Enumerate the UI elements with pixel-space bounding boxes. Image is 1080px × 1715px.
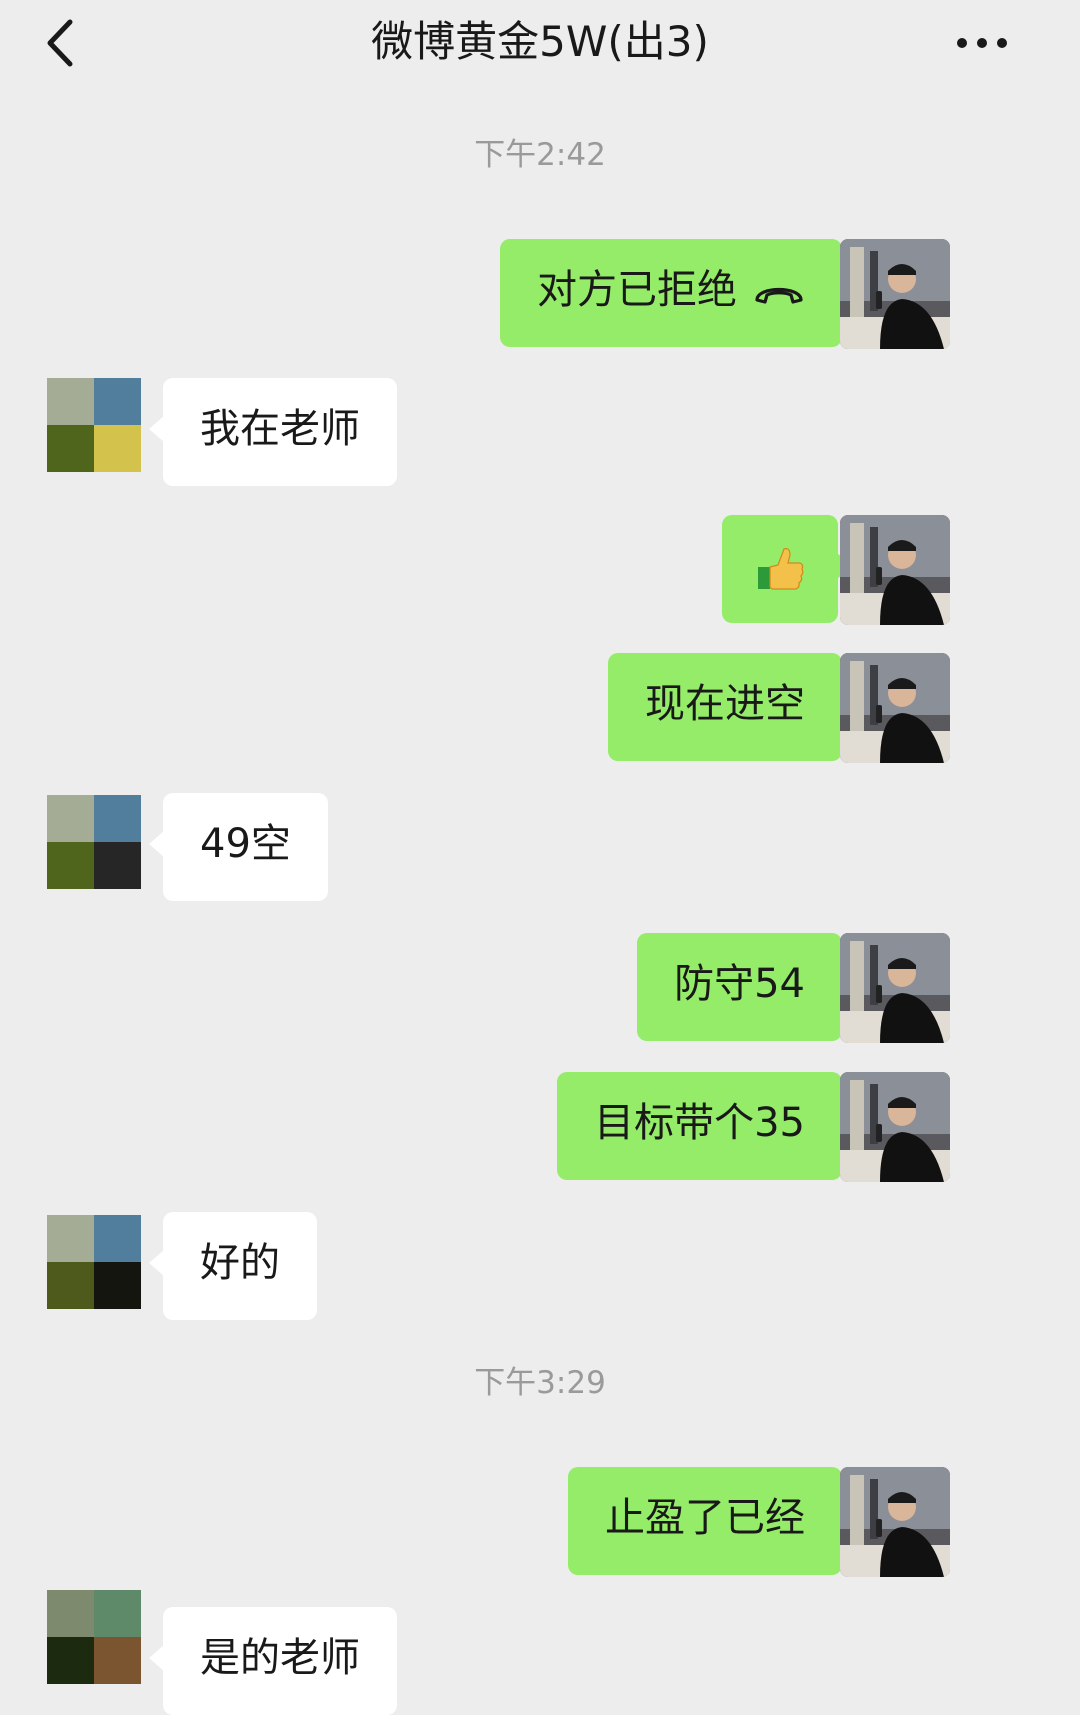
contact-avatar[interactable]	[47, 378, 141, 472]
message-text: 是的老师	[200, 1635, 360, 1681]
user-photo-icon	[840, 239, 950, 349]
user-photo-icon	[840, 1467, 950, 1577]
message-bubble-received[interactable]: 我在老师	[149, 378, 397, 486]
message-bubble-sent[interactable]	[722, 515, 852, 623]
message-bubble-received[interactable]: 是的老师	[149, 1607, 397, 1715]
contact-avatar[interactable]	[47, 1215, 141, 1309]
chat-header: 微博黄金5W(出3)	[0, 0, 1080, 95]
user-photo-icon	[840, 653, 950, 763]
message-list[interactable]: 下午2:42 对方已拒绝 我在老师 现在进空 49空 防守54 目标带个35 好…	[0, 95, 1080, 1715]
my-avatar[interactable]	[840, 933, 950, 1043]
message-text: 好的	[200, 1240, 280, 1286]
chat-title: 微博黄金5W(出3)	[371, 17, 709, 66]
message-text: 现在进空	[645, 681, 805, 727]
thumbs-up-emoji-icon	[754, 543, 806, 595]
more-dots-icon	[957, 38, 1007, 48]
my-avatar[interactable]	[840, 239, 950, 349]
message-bubble-sent[interactable]: 防守54	[637, 933, 856, 1041]
user-photo-icon	[840, 515, 950, 625]
timestamp: 下午2:42	[474, 137, 606, 173]
contact-photo-icon	[47, 378, 141, 472]
message-bubble-received[interactable]: 49空	[149, 793, 328, 901]
message-text: 49空	[200, 821, 291, 867]
message-bubble-sent[interactable]: 止盈了已经	[568, 1467, 856, 1575]
message-text: 我在老师	[200, 406, 360, 452]
my-avatar[interactable]	[840, 653, 950, 763]
user-photo-icon	[840, 933, 950, 1043]
message-bubble-received[interactable]: 好的	[149, 1212, 317, 1320]
message-bubble-sent[interactable]: 对方已拒绝	[500, 239, 856, 347]
message-text: 对方已拒绝	[537, 267, 737, 313]
contact-photo-icon	[47, 795, 141, 889]
contact-avatar[interactable]	[47, 1590, 141, 1684]
message-text: 止盈了已经	[605, 1495, 805, 1541]
message-text: 防守54	[674, 961, 805, 1007]
message-bubble-sent[interactable]: 现在进空	[608, 653, 856, 761]
contact-avatar[interactable]	[47, 795, 141, 889]
my-avatar[interactable]	[840, 1072, 950, 1182]
contact-photo-icon	[47, 1590, 141, 1684]
user-photo-icon	[840, 1072, 950, 1182]
contact-photo-icon	[47, 1215, 141, 1309]
my-avatar[interactable]	[840, 1467, 950, 1577]
message-bubble-sent[interactable]: 目标带个35	[557, 1072, 856, 1180]
my-avatar[interactable]	[840, 515, 950, 625]
message-text: 目标带个35	[594, 1100, 805, 1146]
timestamp: 下午3:29	[474, 1365, 606, 1401]
call-declined-icon	[753, 278, 805, 306]
more-button[interactable]	[952, 28, 1012, 58]
